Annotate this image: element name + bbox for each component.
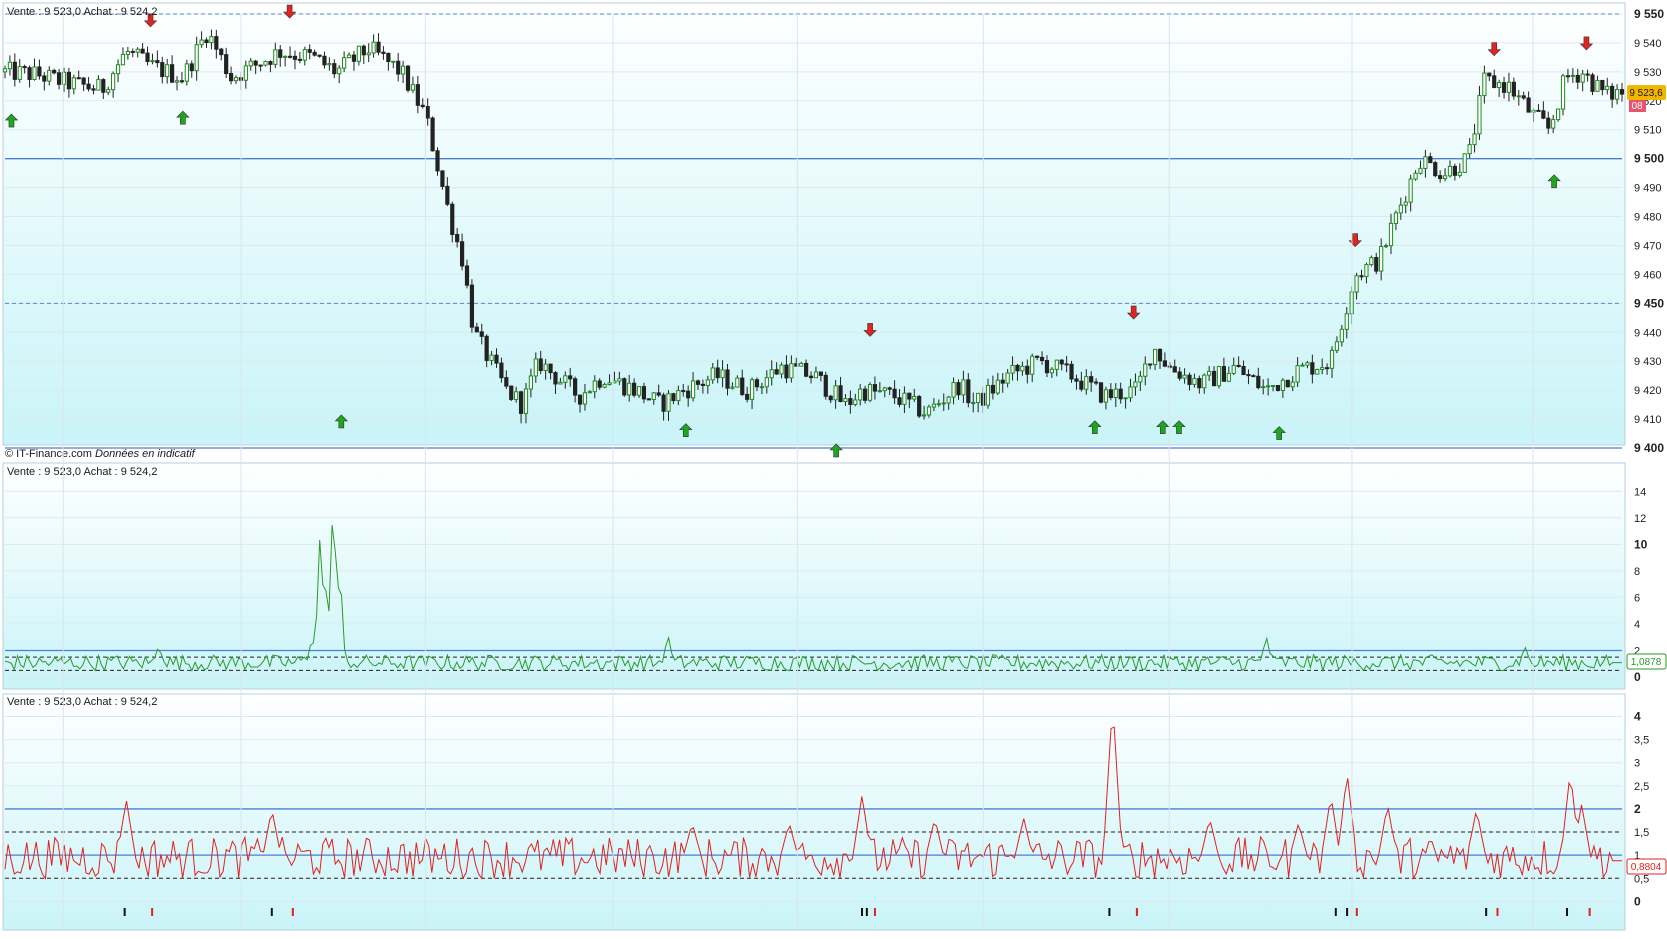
ind2-y-axis: 43,532,521,510,50	[1634, 709, 1649, 908]
y-tick-label: 4	[1634, 709, 1641, 723]
credit-note: Données en indicatif	[95, 448, 196, 460]
candle	[1556, 108, 1561, 122]
credit-source: © IT-Finance.com	[5, 448, 92, 460]
ind2-value-badge: 0,8804	[1626, 858, 1667, 875]
candle	[1098, 382, 1104, 404]
candle	[1560, 73, 1566, 116]
y-tick-label: 9 490	[1634, 183, 1662, 195]
candle	[823, 371, 828, 400]
ind2-badge-text: 0,8804	[1631, 862, 1662, 873]
small-badge-text: 08	[1631, 101, 1643, 112]
candle	[440, 170, 445, 190]
y-tick-label: 1,5	[1634, 827, 1649, 839]
price-y-axis: 9 5509 5409 5309 5209 5109 5009 4909 480…	[1634, 7, 1664, 455]
candle	[622, 377, 627, 397]
y-tick-label: 9 400	[1634, 441, 1664, 455]
y-tick-label: 6	[1634, 592, 1640, 604]
y-tick-label: 9 450	[1634, 296, 1664, 310]
ind1-value-badge: 1,0878	[1626, 653, 1667, 670]
y-tick-label: 8	[1634, 566, 1640, 578]
y-tick-label: 3,5	[1634, 735, 1649, 747]
y-tick-label: 0,5	[1634, 873, 1649, 885]
y-tick-label: 0	[1634, 894, 1641, 908]
candle	[1275, 385, 1281, 392]
y-tick-label: 3	[1634, 758, 1640, 770]
price-quote: Vente : 9 523,0 Achat : 9 524,2	[7, 6, 157, 18]
ind2-panel-bg	[2, 693, 1626, 931]
candle	[405, 64, 411, 93]
y-tick-label: 9 530	[1634, 67, 1662, 79]
ind1-quote: Vente : 9 523,0 Achat : 9 524,2	[7, 466, 157, 478]
candle	[917, 394, 922, 418]
chart-window: 9 550 9 540 9 530 9 520 9 510 9 500 9 490 9 480…	[0, 0, 1667, 934]
y-tick-label: 0	[1634, 670, 1641, 684]
ind2-quote: Vente : 9 523,0 Achat : 9 524,2	[7, 696, 157, 708]
chart-svg[interactable]: 9 5509 5409 5309 5209 5109 5009 4909 480…	[0, 0, 1667, 934]
price-panel[interactable]: 9 5509 5409 5309 5209 5109 5009 4909 480…	[2, 2, 1666, 460]
y-tick-label: 9 550	[1634, 7, 1664, 21]
candle	[1462, 153, 1467, 173]
y-tick-label: 9 440	[1634, 327, 1662, 339]
indicator-panel-1[interactable]: 14121086420 Vente : 9 523,0 Achat : 9 52…	[2, 462, 1667, 690]
candle	[469, 279, 475, 333]
credit: © IT-Finance.com Données en indicatif	[5, 448, 196, 460]
candle	[263, 60, 268, 67]
y-tick-label: 9 500	[1634, 152, 1664, 166]
y-tick-label: 10	[1634, 537, 1648, 551]
y-tick-label: 12	[1634, 513, 1646, 525]
y-tick-label: 4	[1634, 619, 1640, 631]
candle	[1315, 368, 1320, 375]
ind1-badge-text: 1,0878	[1631, 657, 1662, 668]
candle	[1590, 72, 1595, 96]
y-tick-label: 14	[1634, 486, 1646, 498]
candle	[430, 116, 435, 152]
candle	[1285, 379, 1290, 388]
price-badge: 9 523,6 08	[1627, 85, 1666, 112]
candle	[509, 385, 514, 402]
ind1-panel-bg	[2, 462, 1626, 690]
y-tick-label: 2,5	[1634, 781, 1649, 793]
y-tick-label: 9 480	[1634, 212, 1662, 224]
y-tick-label: 9 510	[1634, 125, 1662, 137]
y-tick-label: 9 460	[1634, 269, 1662, 281]
candle	[1369, 255, 1374, 267]
y-tick-label: 9 420	[1634, 385, 1662, 397]
y-tick-label: 9 470	[1634, 240, 1662, 252]
buy-arrow-icon	[829, 443, 843, 458]
candle	[184, 59, 189, 86]
price-badge-text: 9 523,6	[1629, 88, 1663, 99]
indicator-panel-2[interactable]: 43,532,521,510,50 Vente : 9 523,0 Achat …	[2, 693, 1667, 931]
candle	[1216, 365, 1222, 389]
y-tick-label: 9 410	[1634, 414, 1662, 426]
y-tick-label: 9 540	[1634, 38, 1662, 50]
y-tick-label: 9 430	[1634, 356, 1662, 368]
y-tick-label: 2	[1634, 802, 1641, 816]
candle	[1433, 160, 1438, 178]
candle	[867, 382, 873, 403]
